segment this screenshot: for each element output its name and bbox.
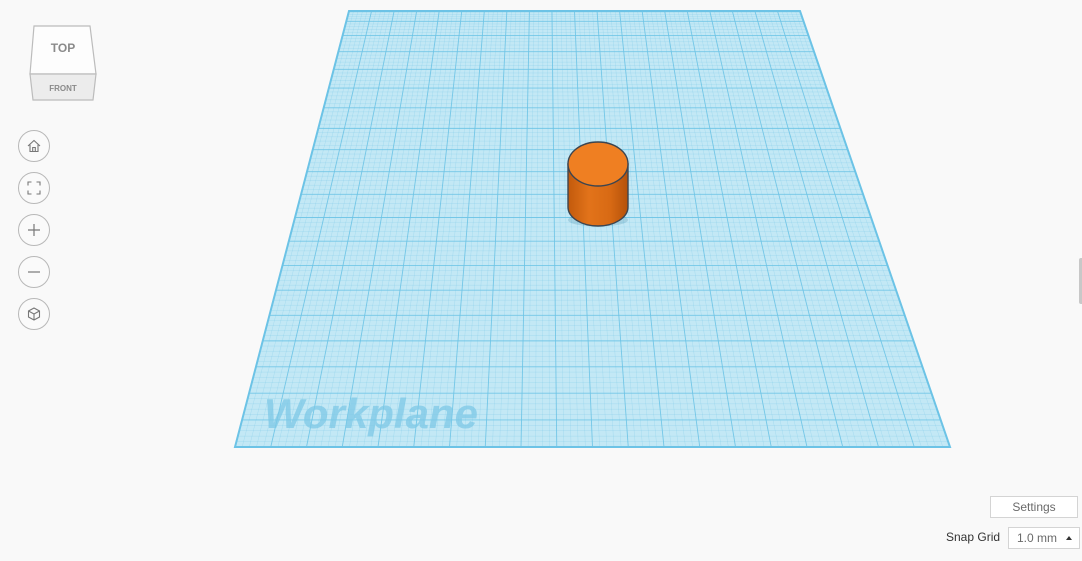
view-cube[interactable]: TOP FRONT	[28, 24, 100, 104]
ortho-view-button[interactable]	[18, 298, 50, 330]
home-icon	[27, 139, 41, 153]
home-view-button[interactable]	[18, 130, 50, 162]
zoom-out-button[interactable]	[18, 256, 50, 288]
workplane-surface[interactable]	[234, 10, 951, 448]
fit-view-button[interactable]	[18, 172, 50, 204]
workplane-grid[interactable]	[233, 10, 952, 448]
viewcube-top-label[interactable]: TOP	[51, 41, 75, 55]
viewcube-front-label[interactable]: FRONT	[49, 84, 77, 93]
workplane-label: Workplane	[264, 390, 478, 437]
zoom-out-icon	[28, 271, 40, 273]
fit-view-icon	[27, 181, 41, 195]
snap-grid-select[interactable]: 1.0 mm	[1008, 527, 1080, 549]
ortho-cube-icon	[27, 307, 41, 321]
cylinder-shape[interactable]	[567, 141, 629, 227]
3d-viewport[interactable]: Workplane	[0, 0, 1082, 561]
zoom-in-button[interactable]	[18, 214, 50, 246]
snap-grid-label: Snap Grid	[946, 530, 1001, 544]
settings-button[interactable]: Settings	[990, 496, 1078, 518]
snap-grid-value: 1.0 mm	[1017, 531, 1058, 545]
zoom-in-icon	[28, 224, 40, 236]
caret-up-icon	[1066, 536, 1072, 540]
